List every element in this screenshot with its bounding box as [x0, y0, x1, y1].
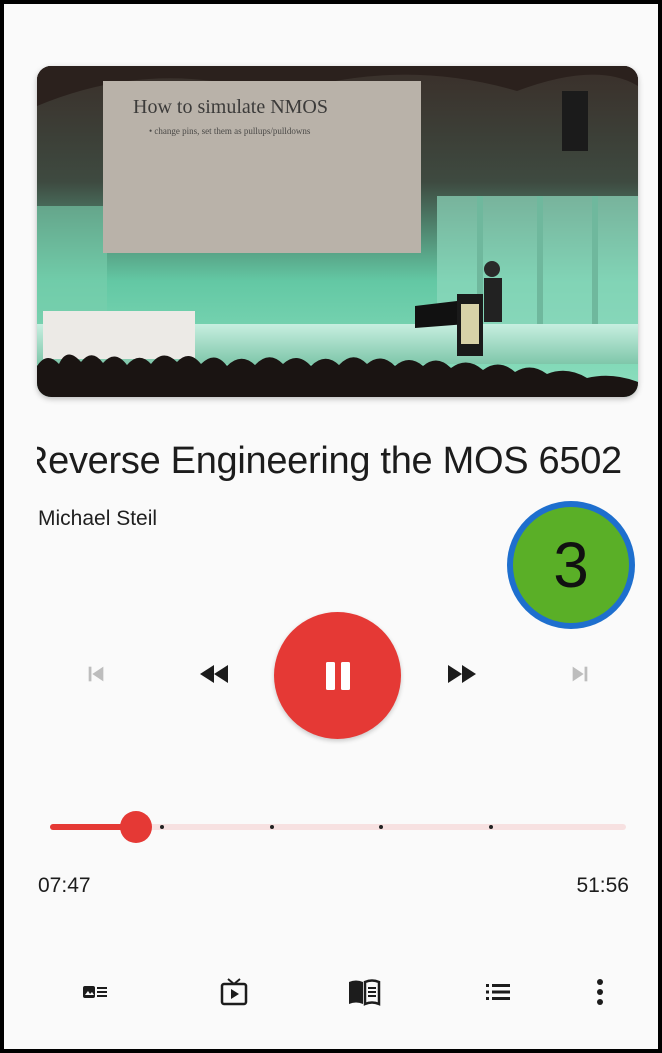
show-notes-button[interactable] [75, 974, 115, 1010]
description-icon [83, 986, 107, 998]
step-badge: 3 [507, 501, 635, 629]
player-screen: How to simulate NMOS • change pins, set … [0, 0, 662, 1053]
tv-play-icon [220, 978, 248, 1006]
total-duration: 51:56 [576, 874, 629, 897]
book-icon [349, 979, 381, 1006]
elapsed-time: 07:47 [38, 874, 91, 897]
chapter-marker [379, 825, 384, 829]
watch-video-button[interactable] [214, 974, 254, 1010]
more-options-button[interactable] [580, 974, 620, 1010]
skip-next-icon [572, 666, 588, 682]
fast-forward-button[interactable] [442, 656, 482, 692]
skip-previous-icon [88, 666, 104, 682]
transcript-button[interactable] [344, 974, 384, 1010]
list-icon [486, 984, 510, 1000]
episode-author[interactable]: Michael Steil [38, 507, 157, 531]
skip-previous-button[interactable] [78, 658, 114, 690]
slide-title-text: How to simulate NMOS [133, 96, 328, 118]
episode-title-text: Reverse Engineering the MOS 6502 [37, 440, 622, 482]
chapters-button[interactable] [478, 974, 518, 1010]
slide-bullet-text: • change pins, set them as pullups/pulld… [149, 126, 311, 136]
more-vertical-icon [597, 979, 603, 1005]
chapter-marker [488, 825, 493, 829]
pause-icon [325, 661, 350, 690]
rewind-button[interactable] [194, 656, 234, 692]
fast-forward-icon [448, 665, 476, 683]
episode-title: Reverse Engineering the MOS 6502 [37, 440, 637, 496]
skip-next-button[interactable] [562, 658, 598, 690]
rewind-icon [200, 665, 228, 683]
talk-stage-thumbnail[interactable]: How to simulate NMOS • change pins, set … [37, 66, 638, 397]
step-badge-number: 3 [513, 507, 629, 623]
chapter-marker [269, 825, 274, 829]
seek-bar-handle[interactable] [120, 811, 153, 843]
pause-button[interactable] [274, 612, 401, 739]
seek-bar[interactable] [50, 811, 626, 843]
chapter-marker [160, 825, 165, 829]
